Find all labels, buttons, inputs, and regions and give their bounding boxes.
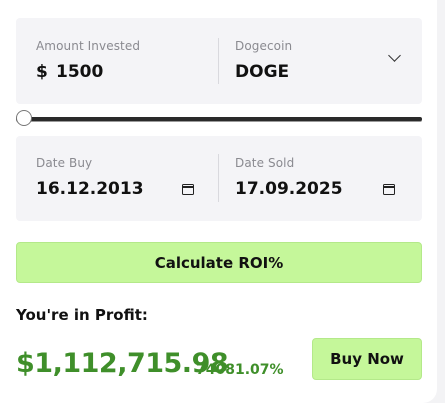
date-buy-field[interactable]: Date Buy 16.12.2013	[16, 136, 218, 221]
date-buy-label: Date Buy	[36, 156, 93, 170]
chevron-down-icon	[388, 49, 401, 62]
date-sold-value: 17.09.2025	[235, 179, 343, 199]
profit-percent: 74081.07%	[196, 362, 284, 378]
coin-label: Dogecoin	[235, 39, 293, 53]
roi-calculator-card: Amount Invested $ 1500 Dogecoin DOGE Dat…	[0, 0, 437, 403]
date-buy-value: 16.12.2013	[36, 179, 144, 199]
amount-slider-track[interactable]	[16, 117, 422, 121]
dates-panel: Date Buy 16.12.2013 Date Sold 17.09.2025	[16, 136, 422, 221]
investment-panel: Amount Invested $ 1500 Dogecoin DOGE	[16, 18, 422, 104]
amount-slider-thumb[interactable]	[16, 110, 33, 126]
calculate-roi-button[interactable]: Calculate ROI%	[16, 242, 422, 283]
calendar-icon[interactable]	[383, 184, 395, 195]
profit-status-label: You're in Profit:	[16, 306, 148, 324]
calendar-icon[interactable]	[182, 184, 194, 195]
buy-now-button[interactable]: Buy Now	[312, 338, 422, 380]
date-sold-field[interactable]: Date Sold 17.09.2025	[219, 136, 422, 221]
coin-value: DOGE	[235, 62, 290, 82]
date-sold-label: Date Sold	[235, 156, 295, 170]
coin-select[interactable]: Dogecoin DOGE	[219, 18, 422, 104]
amount-invested-label: Amount Invested	[36, 39, 141, 53]
amount-invested-input[interactable]: 1500	[56, 62, 206, 82]
currency-symbol: $	[36, 62, 48, 82]
